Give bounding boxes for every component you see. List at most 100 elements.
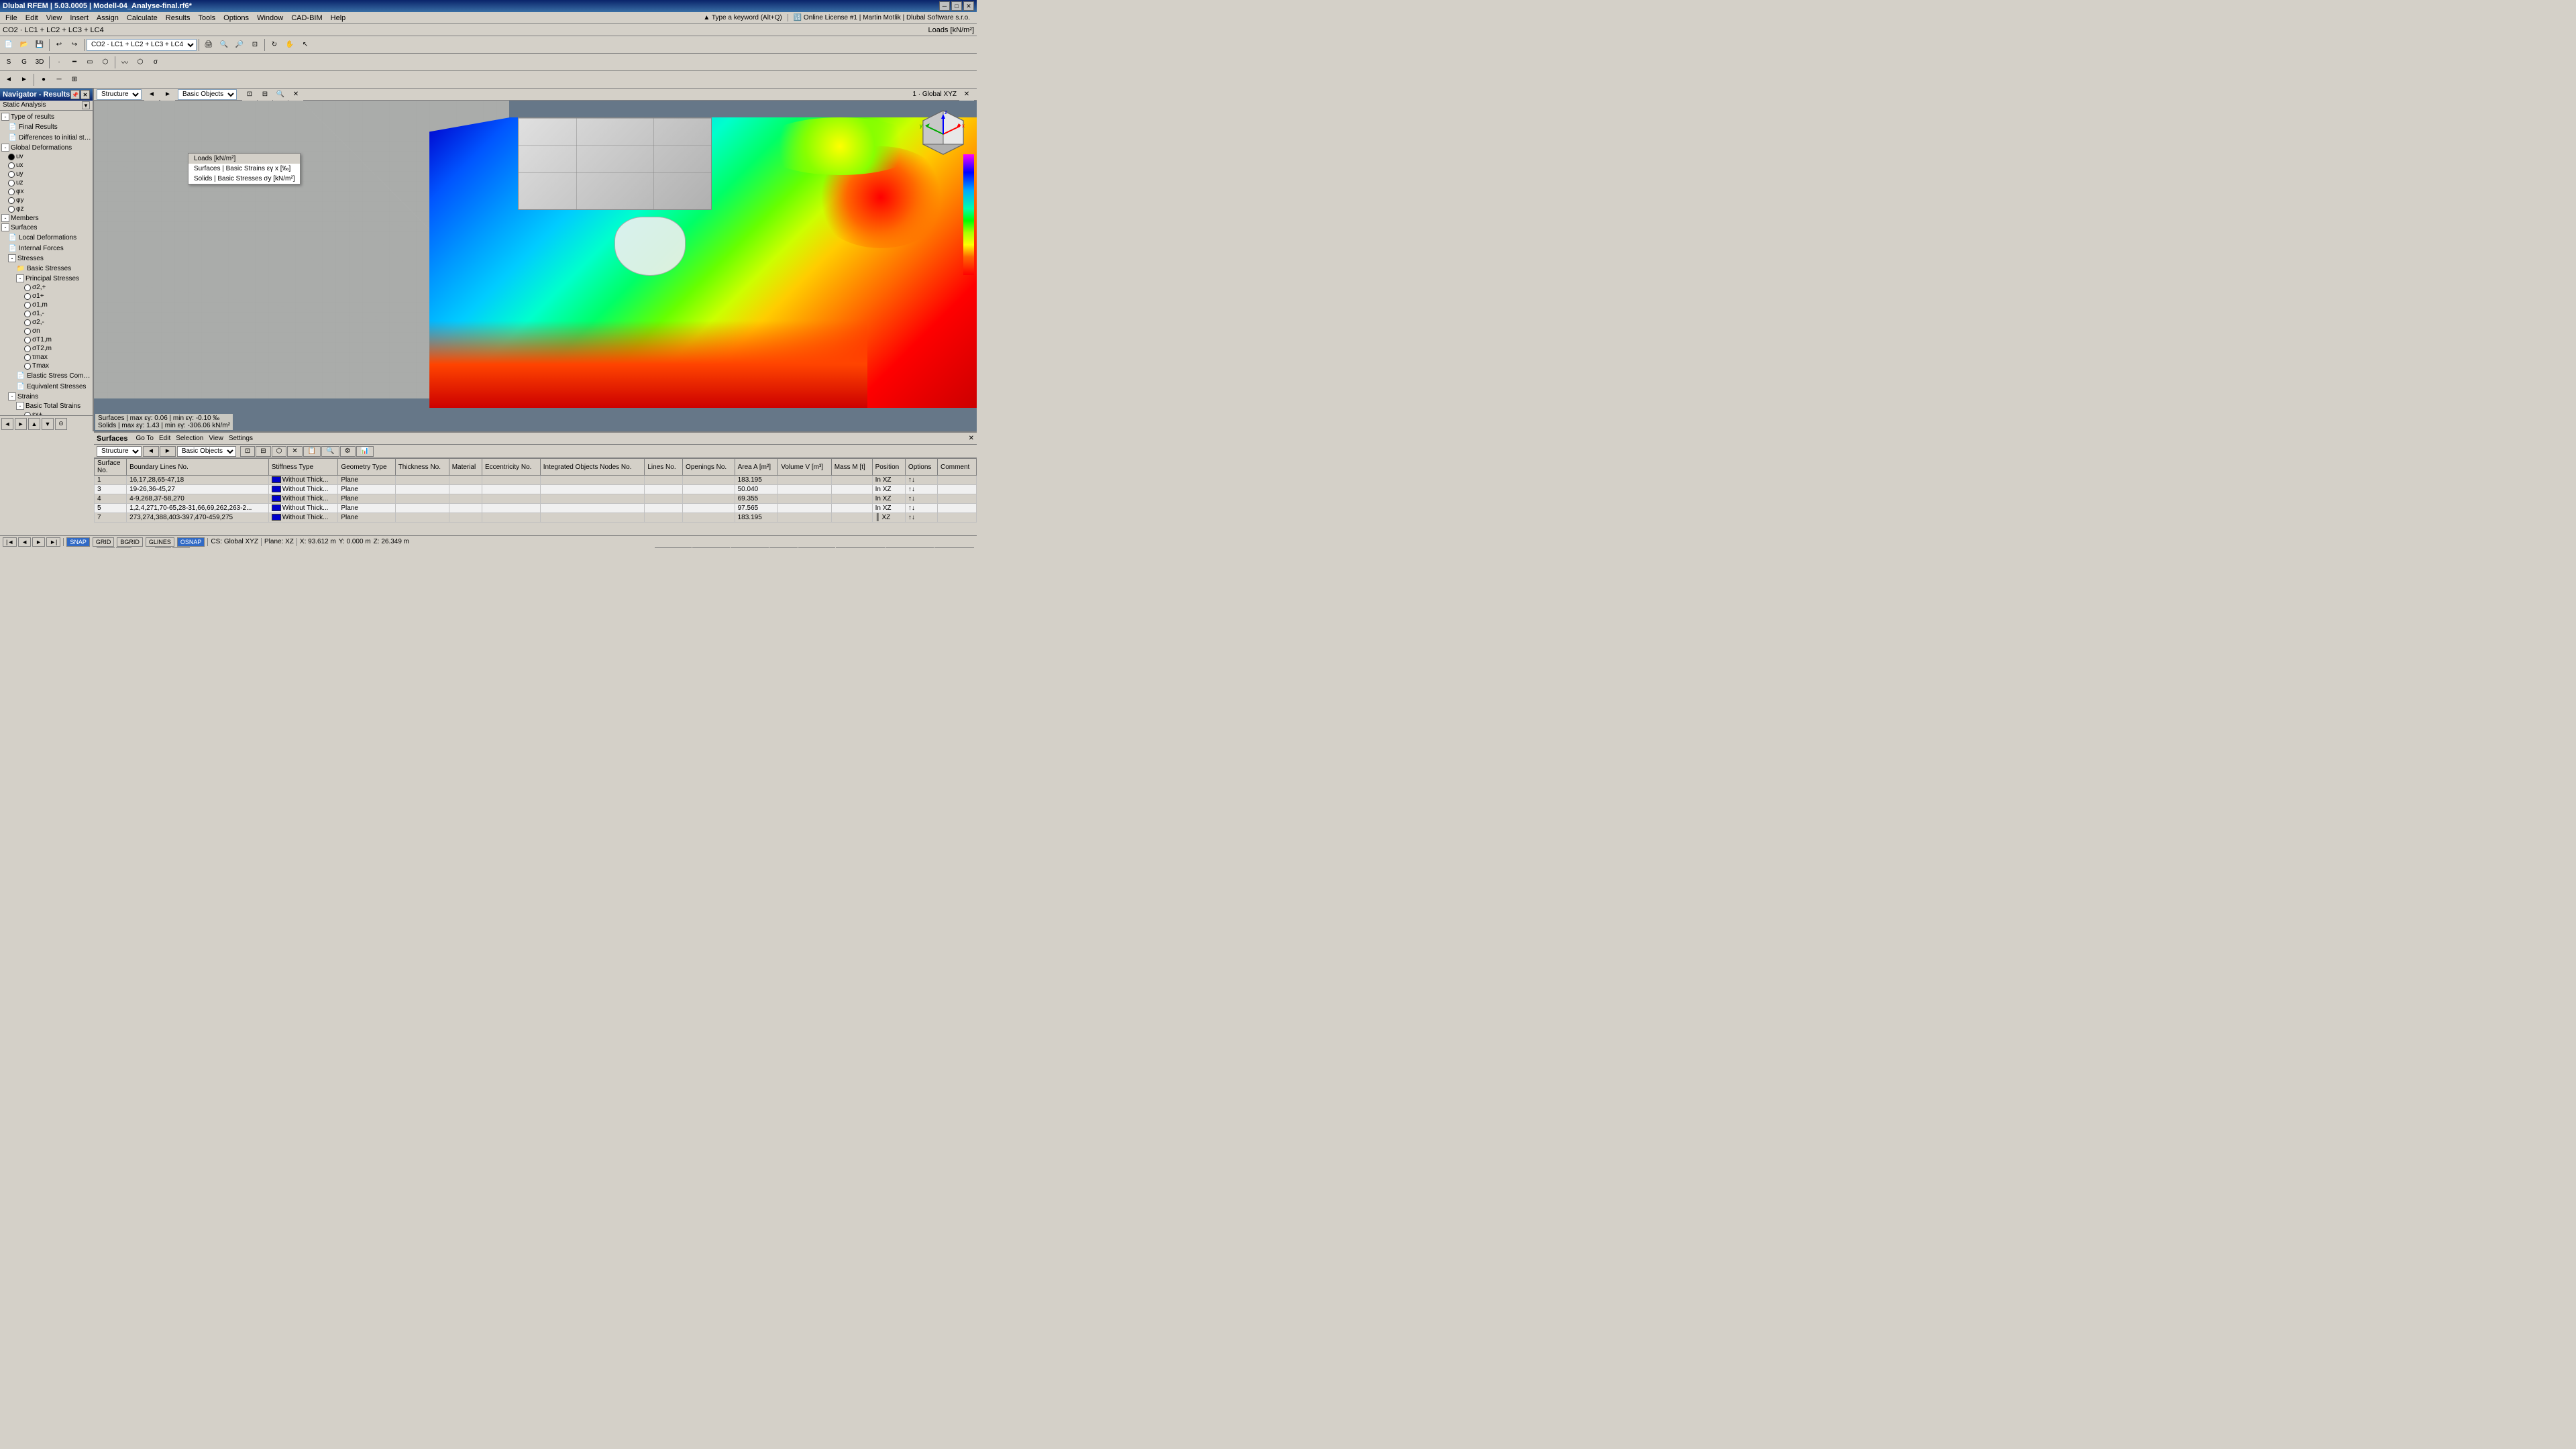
vp-btn-1[interactable]: ◄ bbox=[144, 89, 159, 102]
tb-deform[interactable]: 〰 bbox=[117, 55, 132, 70]
tb-show-nodes[interactable]: ● bbox=[36, 72, 51, 87]
tree-phiz[interactable]: φz bbox=[0, 205, 93, 213]
tree-type-of-results[interactable]: - Type of results bbox=[0, 112, 93, 121]
menu-options[interactable]: Options bbox=[219, 13, 253, 23]
minimize-button[interactable]: ─ bbox=[939, 1, 950, 11]
tree-s2minus[interactable]: σ2,- bbox=[0, 318, 93, 327]
tb-show-lines[interactable]: ─ bbox=[52, 72, 66, 87]
tree-uy[interactable]: uy bbox=[0, 170, 93, 178]
tb-zoom-out[interactable]: 🔎 bbox=[232, 38, 247, 52]
radio-s2plus[interactable] bbox=[24, 284, 31, 291]
tree-strains[interactable]: - Strains bbox=[0, 392, 93, 401]
table-row[interactable]: 7273,274,388,403-397,470-459,275Without … bbox=[95, 513, 977, 523]
radio-s1plus[interactable] bbox=[24, 293, 31, 300]
tb-open[interactable]: 📂 bbox=[17, 38, 32, 52]
panel-close-btn[interactable]: ✕ bbox=[969, 435, 974, 442]
radio-s1m[interactable] bbox=[24, 302, 31, 309]
tb-forces[interactable]: ⬡ bbox=[133, 55, 148, 70]
surf-action-3[interactable]: ⬡ bbox=[272, 446, 287, 457]
tree-members[interactable]: - Members bbox=[0, 213, 93, 223]
expand-icon[interactable]: - bbox=[1, 223, 9, 231]
menu-window[interactable]: Window bbox=[253, 13, 287, 23]
th-thickness[interactable]: Thickness No. bbox=[395, 459, 449, 476]
tree-surfaces[interactable]: - Surfaces bbox=[0, 223, 93, 232]
nav-center-btn[interactable]: ⊙ bbox=[55, 418, 67, 430]
surf-btn-2[interactable]: ► bbox=[160, 446, 176, 457]
tb-zoom-in[interactable]: 🔍 bbox=[217, 38, 231, 52]
tree-uv[interactable]: uv bbox=[0, 152, 93, 161]
surf-menu-view[interactable]: View bbox=[209, 435, 223, 442]
maximize-button[interactable]: □ bbox=[951, 1, 962, 11]
tree-uz[interactable]: uz bbox=[0, 178, 93, 187]
grid-btn[interactable]: GRID bbox=[93, 537, 115, 547]
expand-icon[interactable]: - bbox=[16, 402, 24, 410]
th-options[interactable]: Options bbox=[905, 459, 937, 476]
vp-tb-3[interactable]: 🔍 bbox=[273, 89, 288, 102]
tree-ex-plus[interactable]: εx+ bbox=[0, 411, 93, 415]
surfaces-table-wrapper[interactable]: SurfaceNo. Boundary Lines No. Stiffness … bbox=[94, 458, 977, 537]
vp-tb-1[interactable]: ⊡ bbox=[242, 89, 257, 102]
tree-local-deform[interactable]: 📄 Local Deformations bbox=[0, 232, 93, 243]
nav-pin[interactable]: 📌 bbox=[70, 90, 80, 99]
th-openings-no[interactable]: Openings No. bbox=[683, 459, 735, 476]
vp-tb-2[interactable]: ⊟ bbox=[258, 89, 272, 102]
viewport-content[interactable]: x y z Surfaces | max εγ: 0.06 | min εγ: … bbox=[94, 101, 977, 431]
tb-prev-result[interactable]: ◄ bbox=[1, 72, 16, 87]
vp-tb-4[interactable]: ✕ bbox=[288, 89, 303, 102]
viewport-structure-combo[interactable]: Structure bbox=[97, 89, 142, 100]
radio-tmax[interactable] bbox=[24, 354, 31, 361]
radio-s2minus[interactable] bbox=[24, 319, 31, 326]
expand-icon[interactable]: - bbox=[16, 274, 24, 282]
radio-sn[interactable] bbox=[24, 328, 31, 335]
viewport[interactable]: Structure ◄ ► Basic Objects ⊡ ⊟ 🔍 ✕ 1 · … bbox=[94, 89, 977, 431]
radio-uv[interactable] bbox=[8, 154, 15, 160]
menu-assign[interactable]: Assign bbox=[93, 13, 123, 23]
surf-basic-objects-combo[interactable]: Basic Objects bbox=[177, 446, 236, 457]
tree-sn[interactable]: σn bbox=[0, 327, 93, 335]
tree-principal-stresses[interactable]: - Principal Stresses bbox=[0, 274, 93, 283]
search-bar[interactable]: ▲ Type a keyword (Alt+Q) bbox=[698, 14, 787, 21]
surf-menu-settings[interactable]: Settings bbox=[229, 435, 253, 442]
surf-action-6[interactable]: 🔍 bbox=[321, 446, 339, 457]
glines-btn[interactable]: GLINES bbox=[146, 537, 174, 547]
tb-print[interactable]: 🖨 bbox=[201, 38, 216, 52]
radio-tmax2[interactable] bbox=[24, 363, 31, 370]
table-row[interactable]: 44-9,268,37-58,270Without Thick...Plane6… bbox=[95, 494, 977, 504]
tb-select[interactable]: ↖ bbox=[298, 38, 313, 52]
radio-phix[interactable] bbox=[8, 189, 15, 195]
th-stiffness[interactable]: Stiffness Type bbox=[268, 459, 338, 476]
surf-btn-1[interactable]: ◄ bbox=[143, 446, 159, 457]
tree-st2m[interactable]: σT2,m bbox=[0, 344, 93, 353]
expand-icon[interactable]: - bbox=[1, 214, 9, 222]
menu-calculate[interactable]: Calculate bbox=[123, 13, 162, 23]
menu-file[interactable]: File bbox=[1, 13, 21, 23]
menu-help[interactable]: Help bbox=[327, 13, 350, 23]
radio-uy[interactable] bbox=[8, 171, 15, 178]
surf-action-5[interactable]: 📋 bbox=[303, 446, 321, 457]
surf-menu-edit[interactable]: Edit bbox=[159, 435, 170, 442]
th-surface-no[interactable]: SurfaceNo. bbox=[95, 459, 127, 476]
tb-nodes[interactable]: · bbox=[52, 55, 66, 70]
th-lines-no[interactable]: Lines No. bbox=[645, 459, 683, 476]
tree-stresses[interactable]: - Stresses bbox=[0, 254, 93, 263]
tb-pan[interactable]: ✋ bbox=[282, 38, 297, 52]
th-boundary-lines[interactable]: Boundary Lines No. bbox=[127, 459, 269, 476]
table-row[interactable]: 116,17,28,65-47,18Without Thick...Plane1… bbox=[95, 476, 977, 485]
th-volume[interactable]: Volume V [m³] bbox=[778, 459, 831, 476]
tb-undo[interactable]: ↩ bbox=[52, 38, 66, 52]
vp-btn-2[interactable]: ► bbox=[160, 89, 175, 102]
surf-action-7[interactable]: ⚙ bbox=[340, 446, 356, 457]
viewport-basic-objects-combo[interactable]: Basic Objects bbox=[178, 89, 237, 100]
nav-up-btn[interactable]: ▲ bbox=[28, 418, 40, 430]
nav-prev-btn[interactable]: ◄ bbox=[1, 418, 13, 430]
expand-icon[interactable]: - bbox=[8, 392, 16, 400]
nav-close[interactable]: ✕ bbox=[80, 90, 90, 99]
tb-save[interactable]: 💾 bbox=[32, 38, 47, 52]
status-prev[interactable]: ◄ bbox=[18, 537, 31, 547]
nav-next-btn[interactable]: ► bbox=[15, 418, 27, 430]
radio-st1m[interactable] bbox=[24, 337, 31, 343]
tb-new[interactable]: 📄 bbox=[1, 38, 16, 52]
tree-phix[interactable]: φx bbox=[0, 187, 93, 196]
radio-uz[interactable] bbox=[8, 180, 15, 186]
menu-view[interactable]: View bbox=[42, 13, 66, 23]
